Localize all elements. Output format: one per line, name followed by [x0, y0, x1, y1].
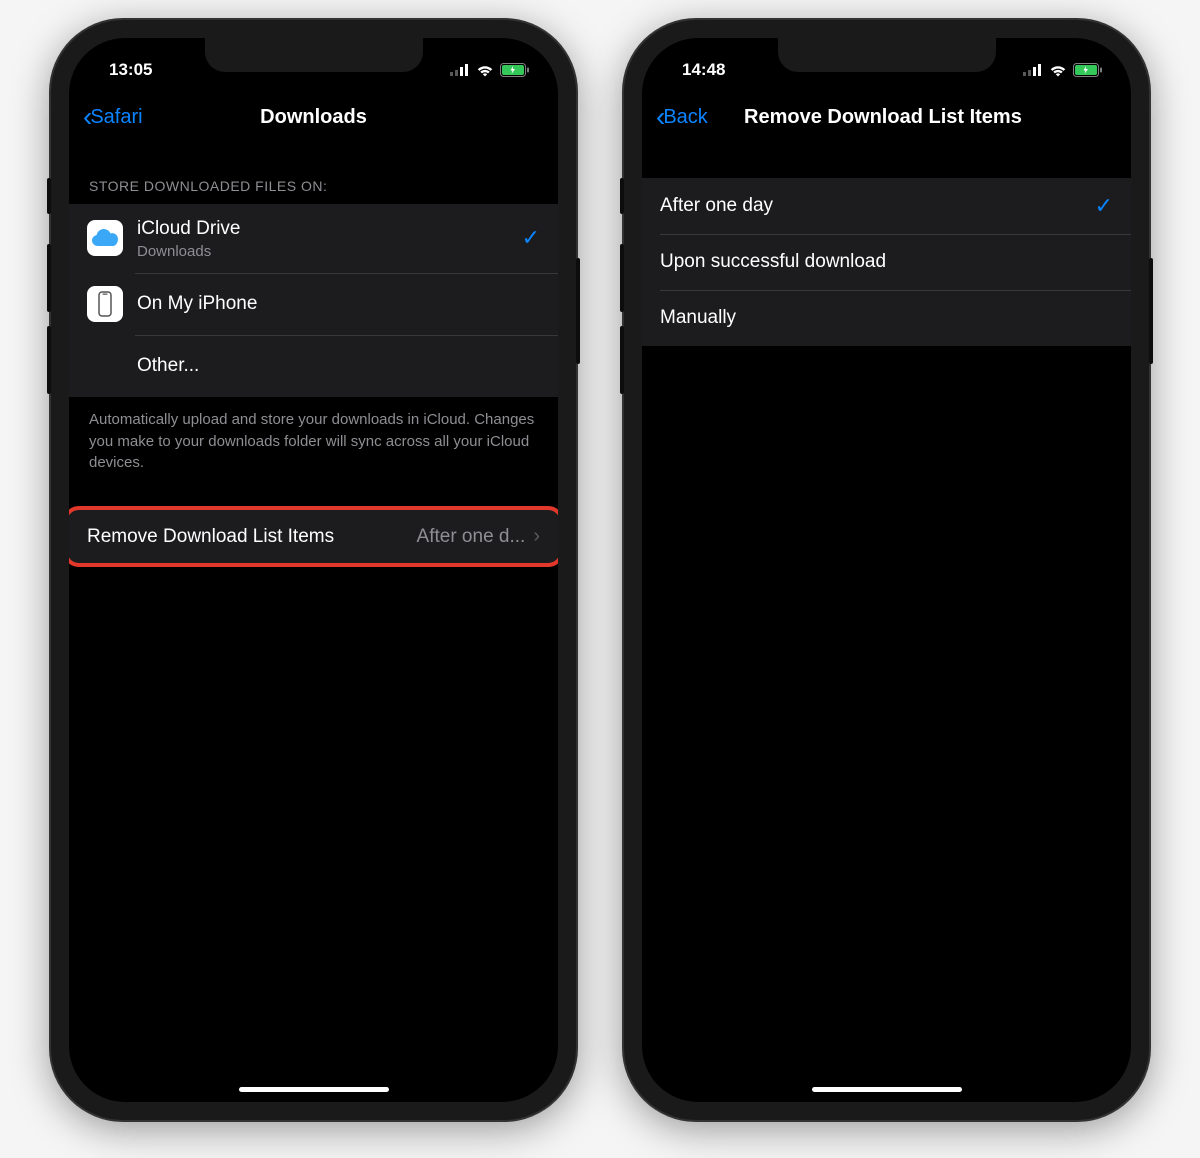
back-button[interactable]: ‹ Back	[656, 103, 708, 131]
link-row-label: Remove Download List Items	[87, 526, 334, 548]
nav-bar: ‹ Safari Downloads	[69, 86, 558, 148]
remove-download-list-items-row[interactable]: Remove Download List Items After one d..…	[69, 510, 558, 563]
wifi-icon	[476, 64, 494, 77]
power-button	[1149, 258, 1153, 364]
screen-left: 13:05 ‹ Safari Downloads STORE DOWN	[69, 38, 558, 1102]
page-title: Remove Download List Items	[744, 106, 1022, 129]
back-button[interactable]: ‹ Safari	[83, 103, 143, 131]
status-time: 14:48	[682, 60, 725, 80]
chevron-right-icon: ›	[533, 525, 540, 548]
icon-placeholder	[87, 348, 123, 384]
option-title: Upon successful download	[660, 250, 1113, 274]
volume-up-button	[47, 244, 51, 312]
option-other[interactable]: Other...	[69, 335, 558, 397]
option-title: On My iPhone	[137, 292, 540, 316]
checkmark-icon: ✓	[522, 225, 540, 251]
option-title: After one day	[660, 194, 1087, 218]
link-row-value: After one d...	[344, 526, 525, 548]
signal-icon	[450, 64, 470, 76]
notch	[205, 38, 423, 72]
option-manually[interactable]: Manually	[642, 290, 1131, 346]
power-button	[576, 258, 580, 364]
option-title: iCloud Drive	[137, 217, 514, 241]
home-indicator[interactable]	[239, 1087, 389, 1092]
iphone-icon	[87, 286, 123, 322]
checkmark-icon: ✓	[1095, 193, 1113, 219]
option-title: Other...	[137, 354, 540, 378]
phone-right: 14:48 ‹ Back Remove Download List Items	[624, 20, 1149, 1120]
battery-charging-icon	[1073, 63, 1103, 77]
option-subtitle: Downloads	[137, 243, 514, 260]
option-title: Manually	[660, 306, 1113, 330]
phone-left: 13:05 ‹ Safari Downloads STORE DOWN	[51, 20, 576, 1120]
back-label: Back	[663, 106, 707, 129]
status-time: 13:05	[109, 60, 152, 80]
option-upon-successful-download[interactable]: Upon successful download	[642, 234, 1131, 290]
signal-icon	[1023, 64, 1043, 76]
remove-options-group: After one day ✓ Upon successful download…	[642, 178, 1131, 346]
option-icloud-drive[interactable]: iCloud Drive Downloads ✓	[69, 204, 558, 273]
nav-bar: ‹ Back Remove Download List Items	[642, 86, 1131, 148]
home-indicator[interactable]	[812, 1087, 962, 1092]
mute-switch	[47, 178, 51, 214]
option-after-one-day[interactable]: After one day ✓	[642, 178, 1131, 234]
content[interactable]: After one day ✓ Upon successful download…	[642, 148, 1131, 1102]
volume-down-button	[620, 326, 624, 394]
option-on-my-iphone[interactable]: On My iPhone	[69, 273, 558, 335]
battery-charging-icon	[500, 63, 530, 77]
screen-right: 14:48 ‹ Back Remove Download List Items	[642, 38, 1131, 1102]
status-right	[450, 63, 530, 77]
section-header: STORE DOWNLOADED FILES ON:	[69, 178, 558, 204]
icloud-icon	[87, 220, 123, 256]
wifi-icon	[1049, 64, 1067, 77]
storage-options-group: iCloud Drive Downloads ✓ On My iPhone	[69, 204, 558, 397]
page-title: Downloads	[83, 106, 544, 129]
content[interactable]: STORE DOWNLOADED FILES ON: iCloud Drive …	[69, 148, 558, 1102]
notch	[778, 38, 996, 72]
back-label: Safari	[90, 106, 142, 129]
mute-switch	[620, 178, 624, 214]
status-right	[1023, 63, 1103, 77]
volume-up-button	[620, 244, 624, 312]
volume-down-button	[47, 326, 51, 394]
section-footer: Automatically upload and store your down…	[69, 397, 558, 494]
